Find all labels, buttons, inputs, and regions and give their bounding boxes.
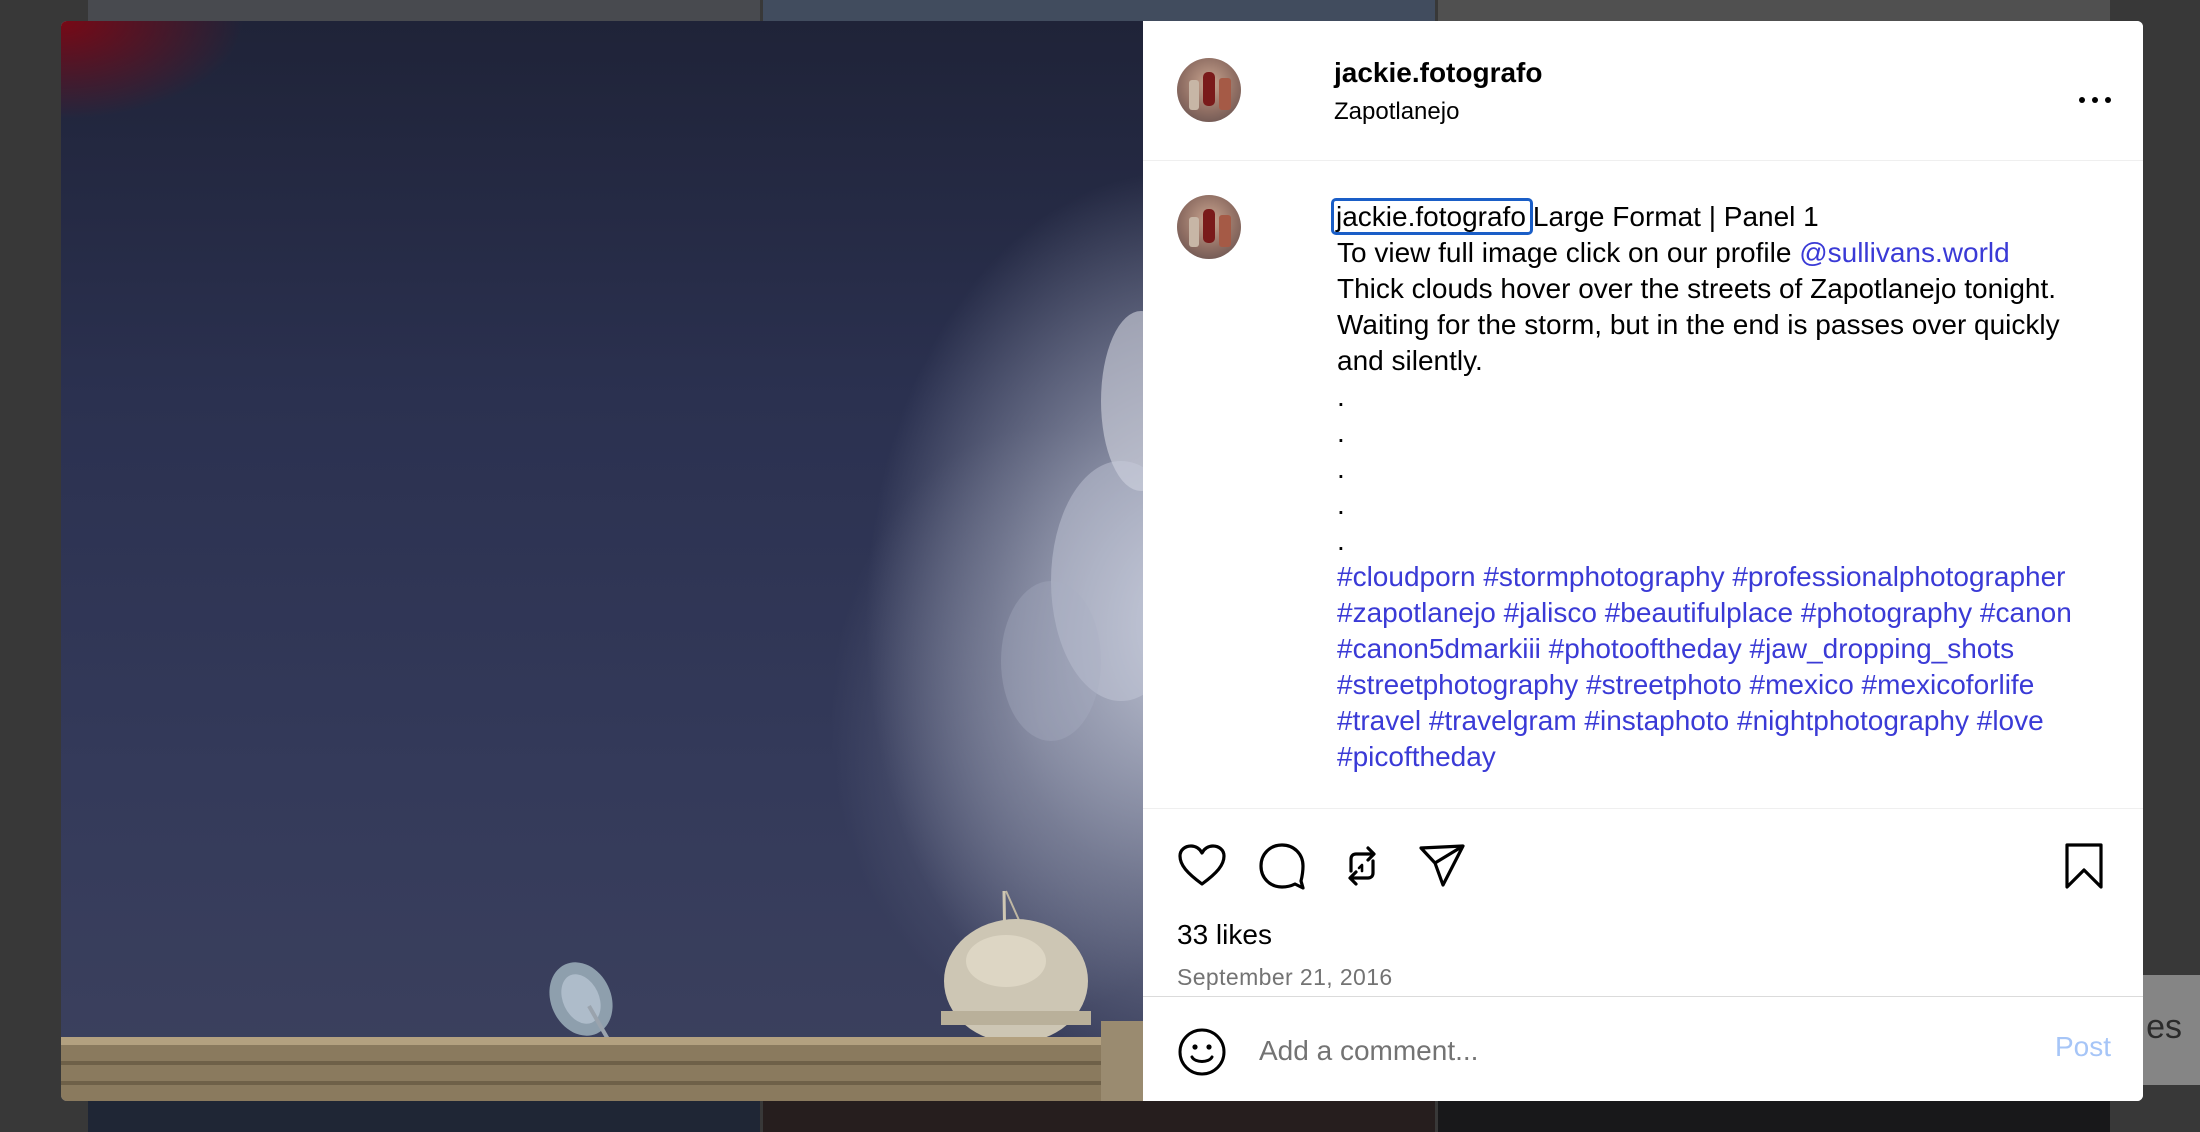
caption-line: Thick clouds hover over the streets of Z… (1337, 273, 2057, 304)
repost-icon (1348, 846, 1376, 886)
caption-dot: . (1337, 381, 1345, 412)
share-button[interactable] (1417, 841, 1467, 891)
save-button[interactable] (2059, 841, 2109, 891)
comment-input[interactable] (1257, 1025, 1961, 1077)
post-modal: jackie.fotografo Zapotlanejo jackie.foto… (61, 21, 2143, 1101)
more-options-button[interactable] (2079, 87, 2119, 113)
caption-dot: . (1337, 489, 1345, 520)
heart-icon (1178, 844, 1226, 886)
caption-section: jackie.fotografo Large Format | Panel 1 T… (1143, 161, 2143, 807)
hashtag-links[interactable]: #cloudporn #stormphotography #profession… (1337, 561, 2072, 772)
more-icon (2079, 97, 2085, 103)
post-actions: 33 likes September 21, 2016 (1143, 808, 2143, 1017)
comment-icon (1259, 843, 1305, 890)
avatar[interactable] (1177, 58, 1241, 122)
post-date[interactable]: September 21, 2016 (1177, 963, 1393, 991)
emoji-icon (1178, 1028, 1226, 1076)
caption-text: To view full image click on our profile (1337, 237, 1800, 268)
caption-dot: . (1337, 417, 1345, 448)
background-partial-text: es (2146, 1008, 2182, 1046)
share-icon (1419, 844, 1465, 887)
mention-link[interactable]: @sullivans.world (1799, 237, 2010, 268)
repost-button[interactable] (1337, 841, 1387, 891)
caption-line: To view full image click on our profile … (1337, 235, 2117, 271)
emoji-button[interactable] (1177, 1027, 1227, 1077)
likes-count[interactable]: 33 likes (1177, 918, 1272, 952)
caption-author-link[interactable]: jackie.fotografo (1331, 198, 1533, 235)
post-header: jackie.fotografo Zapotlanejo (1143, 21, 2143, 161)
post-details-panel: jackie.fotografo Zapotlanejo jackie.foto… (1143, 21, 2143, 1101)
like-button[interactable] (1177, 841, 1227, 891)
caption-dot: . (1337, 525, 1345, 556)
post-photo (61, 21, 1143, 1101)
comment-button[interactable] (1257, 841, 1307, 891)
caption-dot: . (1337, 453, 1345, 484)
caption-title: Large Format | Panel 1 (1532, 201, 1819, 232)
caption-title-line: jackie.fotografo Large Format | Panel 1 (1331, 198, 2117, 235)
caption-line: and silently. (1337, 345, 1483, 376)
comment-bar: Post (1143, 996, 2143, 1101)
avatar[interactable] (1177, 195, 1241, 259)
bookmark-icon (2065, 843, 2103, 889)
post-author-username[interactable]: jackie.fotografo (1334, 57, 1542, 89)
post-caption: jackie.fotografo Large Format | Panel 1 T… (1331, 198, 2117, 775)
photo-scene (61, 311, 1143, 1101)
post-location[interactable]: Zapotlanejo (1334, 97, 1459, 127)
caption-line: Waiting for the storm, but in the end is… (1337, 309, 2060, 340)
post-comment-button[interactable]: Post (2055, 1031, 2111, 1063)
